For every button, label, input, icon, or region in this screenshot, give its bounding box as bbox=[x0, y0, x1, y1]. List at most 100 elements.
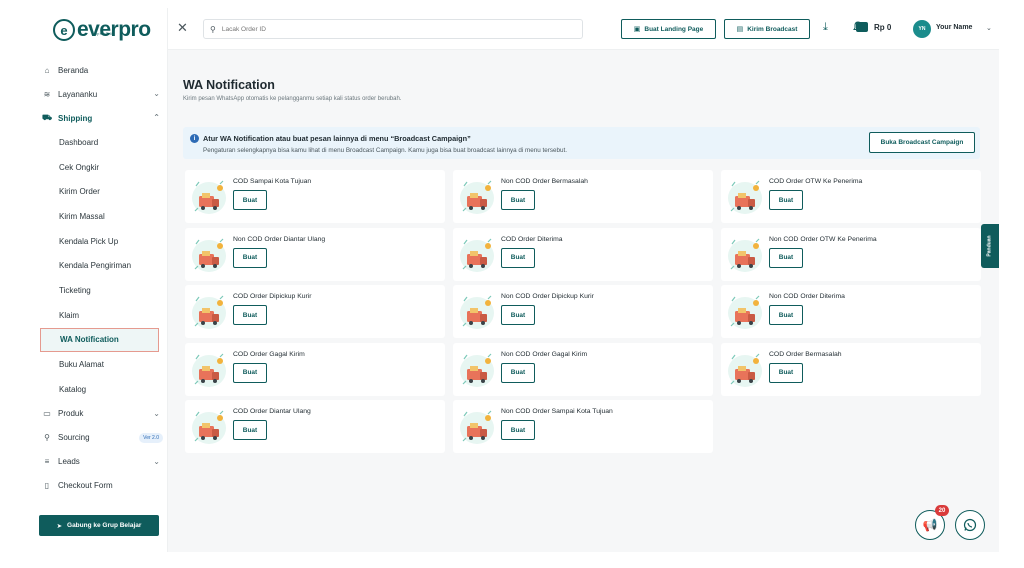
create-notification-button[interactable]: Buat bbox=[501, 247, 535, 268]
join-group-button[interactable]: ➤ Gabung ke Grup Belajar bbox=[39, 515, 159, 536]
chevron-down-icon[interactable]: ⌄ bbox=[153, 505, 160, 506]
download-icon[interactable]: ⤓ bbox=[823, 21, 828, 34]
card-title: COD Order OTW Ke Penerima bbox=[769, 178, 863, 185]
sidebar-subitem-klaim[interactable]: Klaim bbox=[29, 303, 168, 328]
sidebar-subitem-kendala-pick-up[interactable]: Kendala Pick Up bbox=[29, 229, 168, 254]
sidebar-subitem-ticketing[interactable]: Ticketing bbox=[29, 278, 168, 303]
broadcast-button[interactable]: ▤ Kirim Broadcast bbox=[724, 19, 810, 39]
page-title: WA Notification bbox=[183, 78, 275, 92]
sidebar-item-layananku[interactable]: ≋ Layananku ⌄ bbox=[29, 82, 168, 106]
chevron-down-icon[interactable]: ⌄ bbox=[153, 89, 160, 98]
open-broadcast-campaign-button[interactable]: Buka Broadcast Campaign bbox=[869, 132, 975, 153]
create-notification-button[interactable]: Buat bbox=[233, 190, 267, 210]
create-notification-button[interactable]: Buat bbox=[501, 305, 535, 325]
card-title: Non COD Order Diterima bbox=[769, 293, 845, 300]
chevron-down-icon[interactable]: ⌄ bbox=[153, 409, 160, 418]
notification-card: COD Order Diterima Buat bbox=[453, 227, 713, 281]
panduan-tab[interactable]: Panduan bbox=[981, 224, 999, 268]
avatar[interactable]: YN bbox=[913, 20, 931, 38]
broadcast-fab[interactable]: 📢 20 bbox=[915, 505, 949, 540]
balance[interactable]: Rp 0 bbox=[874, 23, 891, 32]
sourcing-icon: ⚲ bbox=[44, 433, 50, 443]
sidebar-nav: ⌂ Beranda ≋ Layananku ⌄ ⛟ Shipping ⌃ Dashboard Ce… bbox=[29, 58, 168, 506]
sidebar-subitem-buku-alamat[interactable]: Buku Alamat bbox=[29, 352, 168, 377]
sidebar-item-label: Shipping bbox=[58, 113, 93, 123]
delivery-illustration-icon bbox=[728, 180, 762, 214]
notification-card: Non COD Order Diterima Buat bbox=[721, 285, 981, 338]
delivery-illustration-icon bbox=[460, 238, 494, 272]
whatsapp-fab[interactable] bbox=[955, 510, 985, 540]
create-notification-button[interactable]: Buat bbox=[233, 305, 267, 325]
logo[interactable]: e everpro bbox=[53, 18, 151, 42]
sidebar-subitem-katalog[interactable]: Katalog bbox=[29, 377, 168, 402]
create-notification-button[interactable]: Buat bbox=[769, 362, 803, 383]
sidebar-item-checkout-form[interactable]: ▯ Checkout Form bbox=[29, 474, 168, 498]
sidebar-subitem-kirim-massal[interactable]: Kirim Massal bbox=[29, 204, 168, 229]
card-title: COD Order Dipickup Kurir bbox=[233, 293, 312, 300]
delivery-illustration-icon bbox=[460, 410, 494, 444]
notification-card: COD Order Diantar Ulang Buat bbox=[185, 400, 445, 453]
create-notification-button[interactable]: Buat bbox=[769, 190, 803, 210]
home-icon: ⌂ bbox=[44, 65, 50, 75]
chevron-down-icon[interactable]: ⌄ bbox=[153, 457, 160, 466]
card-title: COD Sampai Kota Tujuan bbox=[233, 178, 312, 185]
sidebar-item-label: Web Builder bbox=[58, 505, 101, 506]
sidebar-item-label: Layananku bbox=[58, 89, 98, 99]
sidebar-subitem-cek-ongkir[interactable]: Cek Ongkir bbox=[29, 155, 168, 180]
create-notification-button[interactable]: Buat bbox=[501, 362, 535, 383]
layers-icon: ≋ bbox=[43, 89, 51, 99]
sidebar-item-beranda[interactable]: ⌂ Beranda bbox=[29, 58, 168, 82]
version-badge: Ver 2.0 bbox=[139, 432, 163, 443]
sidebar-item-produk[interactable]: ▭ Produk ⌄ bbox=[29, 402, 168, 426]
topbar: ✕ ⚲ ▣ Buat Landing Page ▤ Kirim Broadcas… bbox=[168, 8, 999, 50]
delivery-illustration-icon bbox=[192, 410, 226, 444]
card-title: Non COD Order Sampai Kota Tujuan bbox=[501, 408, 613, 415]
chevron-down-icon[interactable]: ⌄ bbox=[986, 24, 992, 32]
delivery-illustration-icon bbox=[460, 295, 494, 329]
sidebar-subitem-kendala-pengiriman[interactable]: Kendala Pengiriman bbox=[29, 253, 168, 278]
delivery-illustration-icon bbox=[728, 295, 762, 329]
notification-card: COD Order OTW Ke Penerima Buat bbox=[721, 170, 981, 223]
close-icon[interactable]: ✕ bbox=[177, 20, 188, 36]
delivery-illustration-icon bbox=[192, 295, 226, 329]
landing-page-button[interactable]: ▣ Buat Landing Page bbox=[621, 19, 716, 39]
create-notification-button[interactable]: Buat bbox=[769, 247, 803, 268]
sidebar-item-label: Checkout Form bbox=[58, 481, 113, 491]
join-group-label: Gabung ke Grup Belajar bbox=[67, 522, 142, 529]
sidebar-subitem-kirim-order[interactable]: Kirim Order bbox=[29, 179, 168, 204]
sidebar-item-label: Sourcing bbox=[58, 433, 90, 443]
megaphone-icon: 📢 bbox=[922, 518, 938, 532]
banner-title: Atur WA Notification atau buat pesan lai… bbox=[203, 134, 471, 143]
form-icon: ▯ bbox=[44, 481, 50, 491]
info-banner: i Atur WA Notification atau buat pesan l… bbox=[183, 127, 980, 159]
create-notification-button[interactable]: Buat bbox=[501, 190, 535, 210]
sidebar-item-shipping[interactable]: ⛟ Shipping ⌃ bbox=[29, 106, 168, 130]
sidebar: e everpro by KitaBeli ⌂ Beranda ≋ Layananku… bbox=[29, 8, 168, 552]
create-notification-button[interactable]: Buat bbox=[233, 362, 267, 383]
card-title: COD Order Bermasalah bbox=[769, 350, 842, 358]
web-icon: ▦ bbox=[42, 505, 52, 506]
username[interactable]: Your Name bbox=[936, 24, 972, 31]
card-title: COD Order Diterima bbox=[501, 235, 563, 243]
chevron-up-icon[interactable]: ⌃ bbox=[153, 113, 160, 122]
create-notification-button[interactable]: Buat bbox=[501, 420, 535, 440]
page-description: Kirim pesan WhatsApp otomatis ke pelangg… bbox=[183, 96, 402, 102]
notification-card: Non COD Order Gagal Kirim Buat bbox=[453, 342, 713, 396]
sidebar-item-leads[interactable]: ≡ Leads ⌄ bbox=[29, 450, 168, 474]
sidebar-item-web-builder[interactable]: ▦ Web Builder ⌄ bbox=[29, 498, 168, 506]
delivery-illustration-icon bbox=[460, 180, 494, 214]
create-notification-button[interactable]: Buat bbox=[233, 420, 267, 440]
sidebar-subitem-wa-notification[interactable]: WA Notification bbox=[40, 327, 159, 353]
delivery-illustration-icon bbox=[192, 180, 226, 214]
create-notification-button[interactable]: Buat bbox=[233, 247, 267, 268]
delivery-illustration-icon bbox=[728, 238, 762, 272]
sidebar-item-sourcing[interactable]: ⚲ Sourcing Ver 2.0 bbox=[29, 426, 168, 450]
search-box[interactable]: ⚲ bbox=[203, 19, 583, 39]
notification-card: Non COD Order Diantar Ulang Buat bbox=[185, 227, 445, 281]
box-icon: ▭ bbox=[43, 409, 51, 419]
sidebar-subitem-dashboard[interactable]: Dashboard bbox=[29, 130, 168, 155]
notification-card: Non COD Order OTW Ke Penerima Buat bbox=[721, 227, 981, 281]
create-notification-button[interactable]: Buat bbox=[769, 305, 803, 325]
main-content: WA Notification Kirim pesan WhatsApp oto… bbox=[168, 50, 999, 552]
search-input[interactable] bbox=[221, 25, 562, 33]
